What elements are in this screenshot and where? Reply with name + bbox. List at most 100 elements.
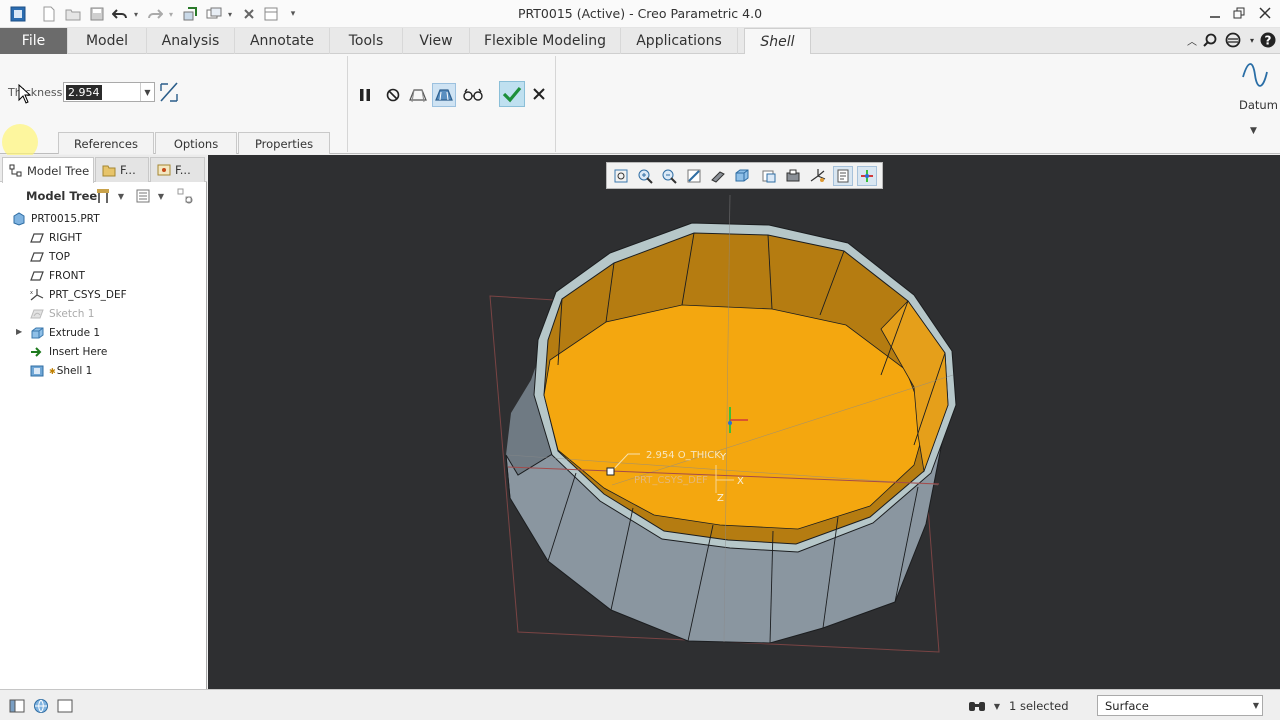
selection-filter[interactable]: Surface ▼ xyxy=(1097,695,1263,716)
close-icon xyxy=(533,88,545,100)
refit-icon[interactable] xyxy=(611,166,631,186)
collapse-ribbon-icon[interactable]: ︿ xyxy=(1183,31,1201,49)
tree-item-sketch[interactable]: Sketch 1 xyxy=(30,305,94,323)
tab-folder-browser[interactable]: F... xyxy=(95,157,149,182)
tree-filter-icon[interactable] xyxy=(177,188,193,204)
tab-applications[interactable]: Applications xyxy=(621,28,738,54)
creo-window: ▾ ▾ ▾ ▾ PRT0015 (Active) - Creo Parametr… xyxy=(0,0,1280,720)
graphics-toolbar xyxy=(606,162,883,189)
zoom-out-icon[interactable] xyxy=(659,166,679,186)
datum-plane-icon xyxy=(30,231,44,245)
tab-annotate[interactable]: Annotate xyxy=(235,28,330,54)
favorites-icon xyxy=(157,164,171,176)
repaint-icon[interactable] xyxy=(684,166,704,186)
tree-item-right[interactable]: RIGHT xyxy=(30,229,82,247)
tree-item-label: Extrude 1 xyxy=(49,327,101,339)
show-browser-icon[interactable] xyxy=(32,697,50,715)
search-icon[interactable] xyxy=(1201,31,1219,49)
new-feature-marker-icon: ✱ xyxy=(49,366,56,376)
thickness-dropdown-icon[interactable]: ▼ xyxy=(140,83,154,101)
zoom-in-icon[interactable] xyxy=(635,166,655,186)
spin-center-toggle-icon[interactable] xyxy=(857,166,877,186)
filter-dropdown-icon[interactable]: ▼ xyxy=(1253,701,1259,710)
tab-view[interactable]: View xyxy=(403,28,470,54)
dimension-label: 2.954 O_THICK xyxy=(646,450,721,461)
datum-icon[interactable] xyxy=(1240,62,1270,88)
tree-settings-dropdown-icon[interactable]: ▼ xyxy=(113,188,129,204)
close-icon[interactable] xyxy=(1250,2,1280,24)
drag-handle xyxy=(606,467,615,476)
thickness-input[interactable]: 2.954 ▼ xyxy=(63,82,155,102)
tree-item-label: PRT_CSYS_DEF xyxy=(49,289,127,301)
csys-icon: x xyxy=(30,288,44,302)
extrude-icon xyxy=(30,326,44,340)
find-icon[interactable] xyxy=(968,697,986,715)
display-style-icon[interactable] xyxy=(708,166,728,186)
tree-icon xyxy=(9,164,22,176)
csys-label: PRT_CSYS_DEF xyxy=(634,475,708,486)
navigator-tabs: Model Tree F... F... xyxy=(0,155,207,183)
datum-display-filters-icon[interactable] xyxy=(808,166,828,186)
tree-item-extrude[interactable]: Extrude 1 xyxy=(30,324,100,342)
tree-item-label: Insert Here xyxy=(49,346,108,358)
saved-orientations-icon[interactable] xyxy=(732,166,752,186)
tab-flexible-modeling[interactable]: Flexible Modeling xyxy=(470,28,621,54)
tree-item-insert-here[interactable]: Insert Here xyxy=(30,343,107,361)
tree-item-label: FRONT xyxy=(49,270,85,282)
show-navigator-icon[interactable] xyxy=(8,697,26,715)
status-bar: ▼ 1 selected Surface ▼ xyxy=(0,689,1280,720)
options-tab[interactable]: Options xyxy=(155,132,237,154)
find-dropdown-icon[interactable]: ▼ xyxy=(988,697,1006,715)
attached-preview-icon[interactable] xyxy=(406,83,430,107)
tree-item-top[interactable]: TOP xyxy=(30,248,70,266)
properties-tab[interactable]: Properties xyxy=(238,132,330,154)
datum-label[interactable]: Datum xyxy=(1239,98,1278,112)
tree-item-label: Shell 1 xyxy=(56,365,93,377)
tree-item-csys[interactable]: x PRT_CSYS_DEF xyxy=(30,286,127,304)
model-graphics[interactable]: 2.954 O_THICK PRT_CSYS_DEF Y X Z xyxy=(208,155,1280,689)
view-manager-icon[interactable] xyxy=(759,166,779,186)
tree-item-front[interactable]: FRONT xyxy=(30,267,85,285)
tree-settings-icon[interactable] xyxy=(95,188,111,204)
svg-text:x: x xyxy=(30,290,33,296)
help-icon[interactable]: ? xyxy=(1259,31,1277,49)
references-tab[interactable]: References xyxy=(58,132,154,154)
tab-model[interactable]: Model xyxy=(68,28,147,54)
show-dropdown-icon[interactable]: ▼ xyxy=(153,188,169,204)
tab-file[interactable]: File xyxy=(0,28,68,54)
thickness-value[interactable]: 2.954 xyxy=(66,85,102,100)
community-icon[interactable] xyxy=(1224,31,1242,49)
expand-icon[interactable]: ▶ xyxy=(16,327,22,336)
tab-shell[interactable]: Shell xyxy=(744,28,811,55)
graphics-window[interactable]: 2.954 O_THICK PRT_CSYS_DEF Y X Z xyxy=(208,155,1280,689)
full-screen-icon[interactable] xyxy=(56,697,74,715)
cancel-button[interactable] xyxy=(529,83,549,105)
tab-analysis[interactable]: Analysis xyxy=(147,28,235,54)
selection-count: 1 selected xyxy=(1009,699,1069,713)
tree-item-label: RIGHT xyxy=(49,232,82,244)
tab-label: Model Tree xyxy=(27,163,90,178)
tab-favorites[interactable]: F... xyxy=(150,157,205,182)
annotation-display-icon[interactable] xyxy=(833,166,853,186)
datum-dropdown-icon[interactable]: ▼ xyxy=(1250,126,1257,136)
tree-title: Model Tree xyxy=(26,189,98,203)
ribbon-tabs: File Model Analysis Annotate Tools View … xyxy=(0,28,1280,55)
window-title: PRT0015 (Active) - Creo Parametric 4.0 xyxy=(517,6,763,21)
title-bar: ▾ ▾ ▾ ▾ PRT0015 (Active) - Creo Parametr… xyxy=(0,0,1280,28)
ok-button[interactable] xyxy=(499,81,525,107)
part-icon xyxy=(12,212,26,226)
verify-mode-icon[interactable] xyxy=(461,83,485,107)
feature-preview-icon[interactable] xyxy=(432,83,456,107)
tree-item-part[interactable]: PRT0015.PRT xyxy=(12,210,100,228)
perspective-view-icon[interactable] xyxy=(783,166,803,186)
axis-z-label: Z xyxy=(717,493,724,504)
show-icon[interactable] xyxy=(135,188,151,204)
tab-tools[interactable]: Tools xyxy=(330,28,403,54)
tree-item-shell[interactable]: ✱ Shell 1 xyxy=(30,362,92,380)
flip-direction-icon[interactable] xyxy=(158,80,180,104)
datum-plane-icon xyxy=(30,269,44,283)
tab-model-tree[interactable]: Model Tree xyxy=(2,157,94,183)
no-preview-icon[interactable] xyxy=(381,83,405,107)
pause-icon[interactable] xyxy=(353,83,377,107)
mouse-cursor-icon xyxy=(18,84,32,104)
